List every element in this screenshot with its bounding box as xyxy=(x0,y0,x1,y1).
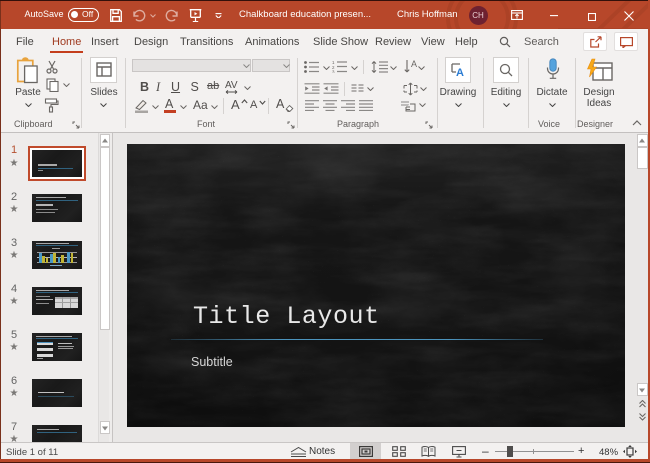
svg-text:A: A xyxy=(456,67,464,77)
svg-text:AV: AV xyxy=(225,80,238,91)
svg-text:3: 3 xyxy=(332,70,335,74)
svg-text:A: A xyxy=(411,59,417,69)
